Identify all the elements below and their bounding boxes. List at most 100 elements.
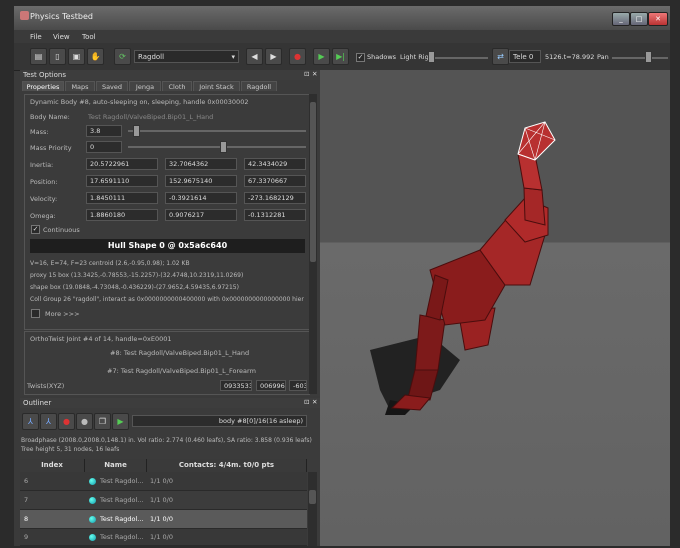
outliner-filter-input[interactable]: body #8[0]/16(16 asleep): [132, 415, 307, 427]
mass-priority-slider-handle[interactable]: [220, 141, 227, 153]
record-filter-icon[interactable]: ●: [58, 413, 75, 430]
test-options-scrollbar-thumb[interactable]: [310, 102, 316, 262]
play-filter-icon[interactable]: ▶: [112, 413, 129, 430]
title-bar[interactable]: [14, 6, 670, 30]
omega-x-input[interactable]: 1.8860180: [86, 209, 158, 221]
more-label[interactable]: More >>>: [45, 310, 80, 318]
body-status-icon: [89, 516, 96, 523]
sphere-filter-icon[interactable]: ●: [76, 413, 93, 430]
scene-select[interactable]: Ragdoll ▾: [134, 50, 239, 63]
joint-filter-icon[interactable]: ⅄: [22, 413, 39, 430]
light-rig-slider-handle[interactable]: [428, 51, 435, 63]
ragdoll-forearm: [517, 153, 543, 191]
play-icon[interactable]: ▶: [313, 48, 330, 65]
hand-icon[interactable]: ✋: [87, 48, 104, 65]
step-forward-icon[interactable]: ▶: [265, 48, 282, 65]
tree-info: Tree height 5, 31 nodes, 16 leafs: [21, 446, 120, 453]
row-contacts: 1/1 0/0: [150, 533, 173, 541]
column-contacts[interactable]: Contacts: 4/4m. t0/0 pts: [147, 459, 307, 472]
tele-select[interactable]: Tele 0: [509, 50, 541, 63]
tele-select-value: Tele 0: [513, 53, 534, 61]
inertia-z-input[interactable]: 42.3434029: [244, 158, 306, 170]
body-status-icon: [89, 478, 96, 485]
outliner-scrollbar[interactable]: [308, 472, 317, 546]
pan-label: Pan: [597, 53, 609, 61]
mass-input[interactable]: 3.8: [86, 125, 122, 137]
column-name[interactable]: Name: [85, 459, 147, 472]
broadphase-info: Broadphase (2008.0,2008.0,148.1) in. Vol…: [21, 437, 312, 444]
omega-z-input[interactable]: -0.1312281: [244, 209, 306, 221]
velocity-label: Velocity:: [30, 195, 58, 203]
tab-properties[interactable]: Properties: [22, 81, 64, 91]
joint-body-a: #8: Test Ragdoll/ValveBiped.Bip01_L_Hand: [110, 349, 250, 357]
record-icon[interactable]: ●: [289, 48, 306, 65]
maximize-button[interactable]: □: [630, 12, 648, 26]
omega-y-input[interactable]: 0.9076217: [165, 209, 237, 221]
hull-info-line: V=16, E=74, F=23 centroid (2.6,-0.95,0.9…: [30, 260, 190, 267]
menu-view[interactable]: View: [53, 33, 70, 41]
inertia-x-input[interactable]: 20.5722961: [86, 158, 158, 170]
3d-viewport[interactable]: [320, 70, 670, 546]
tab-saved[interactable]: Saved: [96, 81, 128, 91]
tab-cloth[interactable]: Cloth: [162, 81, 192, 91]
menu-tool[interactable]: Tool: [82, 33, 96, 41]
omega-label: Omega:: [30, 212, 56, 220]
twist-y-input[interactable]: 0069960: [256, 380, 286, 391]
dock-close-icon[interactable]: ✕: [312, 70, 317, 78]
row-index: 9: [24, 533, 29, 541]
velocity-y-input[interactable]: -0.3921614: [165, 192, 237, 204]
row-index: 6: [24, 477, 29, 485]
velocity-z-input[interactable]: -273.1682129: [244, 192, 306, 204]
continuous-checkbox[interactable]: ✓: [31, 225, 40, 234]
pan-slider[interactable]: [612, 57, 668, 59]
inertia-y-input[interactable]: 32.7064362: [165, 158, 237, 170]
open-folder-icon[interactable]: ▤: [30, 48, 47, 65]
chevron-down-icon: ▾: [231, 53, 235, 61]
sync-icon[interactable]: ⇄: [492, 48, 509, 65]
ragdoll-scene: [370, 121, 556, 415]
tab-maps[interactable]: Maps: [65, 81, 95, 91]
mass-slider[interactable]: [128, 130, 306, 132]
refresh-icon[interactable]: ⟳: [114, 48, 131, 65]
mass-priority-label: Mass Priority: [30, 144, 72, 152]
close-button[interactable]: ✕: [648, 12, 668, 26]
window-title: Physics Testbed: [30, 12, 93, 21]
body-filter-icon[interactable]: ⅄: [40, 413, 57, 430]
twist-z-input[interactable]: -6039: [289, 380, 307, 391]
shadows-checkbox[interactable]: ✓: [356, 53, 365, 62]
row-name: Test Ragdol...: [100, 533, 144, 541]
row-name: Test Ragdol...: [100, 477, 144, 485]
outliner-scrollbar-thumb[interactable]: [309, 490, 316, 504]
tab-ragdoll[interactable]: Ragdoll: [241, 81, 277, 91]
column-index[interactable]: Index: [20, 459, 85, 472]
mass-priority-input[interactable]: 0: [86, 141, 122, 153]
pan-slider-handle[interactable]: [645, 51, 652, 63]
position-z-input[interactable]: 67.3370667: [244, 175, 306, 187]
outliner-title: Outliner: [20, 398, 320, 408]
mass-slider-handle[interactable]: [133, 125, 140, 137]
dock-float-icon[interactable]: ⊡: [304, 70, 309, 78]
twist-x-input[interactable]: 0933533: [220, 380, 252, 391]
light-rig-slider[interactable]: [428, 57, 488, 59]
test-options-title: Test Options: [20, 70, 320, 80]
outliner-float-icon[interactable]: ⊡: [304, 398, 309, 406]
menu-file[interactable]: File: [30, 33, 42, 41]
position-x-input[interactable]: 17.6591110: [86, 175, 158, 187]
row-name: Test Ragdol...: [100, 496, 144, 504]
tab-joint-stack[interactable]: Joint Stack: [193, 81, 240, 91]
tab-jenga[interactable]: Jenga: [129, 81, 161, 91]
shadows-label: Shadows: [367, 53, 397, 61]
more-checkbox[interactable]: [31, 309, 40, 318]
copy-icon[interactable]: ❐: [94, 413, 111, 430]
save-icon[interactable]: ▣: [68, 48, 85, 65]
play-to-end-icon[interactable]: ▶|: [332, 48, 349, 65]
row-index: 8: [24, 515, 29, 523]
body-header: Dynamic Body #8, auto-sleeping on, sleep…: [30, 98, 249, 106]
position-y-input[interactable]: 152.9675140: [165, 175, 237, 187]
step-back-icon[interactable]: ◀: [246, 48, 263, 65]
mass-priority-slider[interactable]: [128, 146, 306, 148]
outliner-close-icon[interactable]: ✕: [312, 398, 317, 406]
minimize-button[interactable]: _: [612, 12, 630, 26]
new-document-icon[interactable]: ▯: [49, 48, 66, 65]
velocity-x-input[interactable]: 1.8450111: [86, 192, 158, 204]
